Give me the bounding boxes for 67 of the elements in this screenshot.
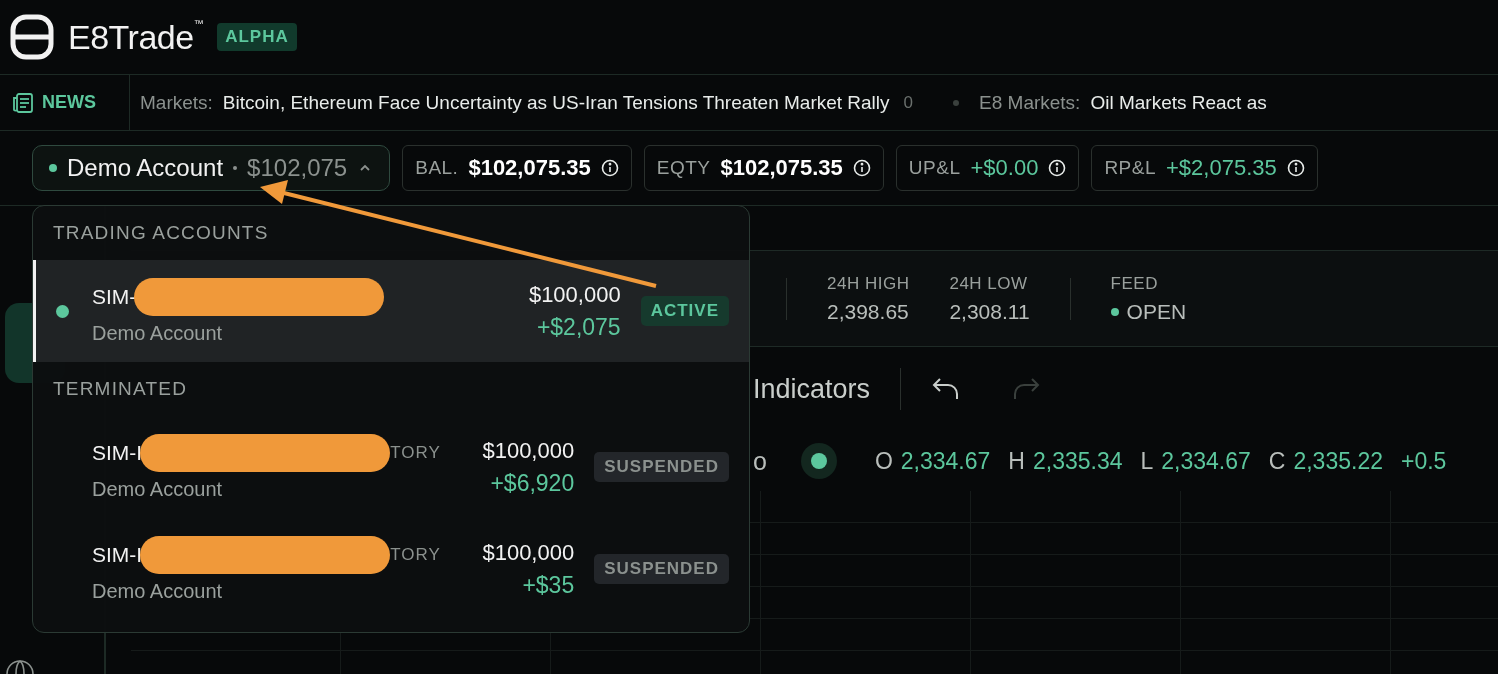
- news-count: 0: [903, 92, 914, 113]
- metric-value: $102,075.35: [468, 155, 591, 181]
- account-pnl: +$2,075: [536, 313, 621, 341]
- stat-label: 24H LOW: [949, 273, 1029, 294]
- ohlc-value: 2,334.67: [1161, 447, 1251, 475]
- metric-value: +$0.00: [970, 155, 1039, 181]
- logo-icon: [10, 14, 54, 60]
- status-badge: SUSPENDED: [594, 452, 729, 482]
- account-row[interactable]: SIM- Demo Account $100,000 +$2,075 ACTIVE: [33, 260, 749, 362]
- ohlc-value: 2,334.67: [900, 447, 991, 475]
- account-balance: $100,000: [482, 539, 575, 566]
- account-type: Demo Account: [92, 579, 224, 603]
- news-label: NEWS: [42, 92, 96, 113]
- news-source: E8 Markets:: [979, 91, 1081, 114]
- newspaper-icon: [12, 91, 34, 114]
- account-row[interactable]: SIM-I TORY Demo Account $100,000 +$6,920 SUSPENDED: [33, 416, 749, 518]
- account-selector[interactable]: Demo Account $102,075: [32, 145, 391, 191]
- ohlc-change: +0.5: [1400, 447, 1447, 475]
- metric-label: BAL.: [415, 157, 459, 179]
- metric-label: EQTY: [656, 157, 711, 179]
- account-type: Demo Account: [92, 321, 224, 345]
- ohlc-label: H: [1008, 447, 1025, 475]
- section-title: TRADING ACCOUNTS: [52, 221, 270, 245]
- indicators-button[interactable]: Indicators: [753, 373, 871, 405]
- news-headline[interactable]: Bitcoin, Ethereum Face Uncertainty as US-Iran Tensions Threaten Market Rally: [222, 91, 890, 114]
- separator-dot: [233, 166, 238, 170]
- account-name-suffix: TORY: [390, 544, 441, 565]
- info-icon[interactable]: [600, 159, 619, 177]
- metric-label: RP&L: [1104, 157, 1156, 179]
- metric-value: +$2,075.35: [1166, 155, 1277, 181]
- globe-icon[interactable]: [5, 660, 35, 674]
- account-balance: $100,000: [528, 281, 621, 308]
- stat-value: 2,398.65: [827, 299, 910, 324]
- account-name: SIM-I: [92, 440, 143, 465]
- brand-name: E8Trade$^{™}$: [68, 17, 204, 57]
- info-icon[interactable]: [1048, 159, 1067, 177]
- ohlc-label: C: [1268, 447, 1286, 475]
- account-type: Demo Account: [92, 477, 224, 501]
- metric-label: UP&L: [908, 157, 961, 179]
- stat-value: 2,308.11: [949, 299, 1030, 324]
- active-dot: [56, 304, 69, 318]
- ohlc-label: L: [1140, 447, 1154, 475]
- stat-label: FEED: [1110, 273, 1159, 294]
- account-name-suffix: TORY: [390, 442, 441, 463]
- news-headline[interactable]: Oil Markets React as: [1090, 91, 1267, 114]
- account-pnl: +$6,920: [490, 469, 575, 497]
- status-badge: ACTIVE: [640, 296, 729, 326]
- status-dot: [49, 164, 57, 172]
- account-pnl: +$35: [522, 571, 575, 599]
- section-title: TERMINATED: [52, 377, 189, 401]
- info-icon[interactable]: [852, 159, 871, 177]
- feed-status: OPEN: [1110, 299, 1187, 324]
- release-badge: ALPHA: [217, 23, 297, 51]
- info-icon[interactable]: [1286, 159, 1305, 177]
- account-row[interactable]: SIM-I TORY Demo Account $100,000 +$35 SUSPENDED: [33, 518, 749, 620]
- news-source: Markets:: [140, 91, 213, 114]
- symbol-name: o: [753, 446, 767, 476]
- status-badge: SUSPENDED: [594, 554, 729, 584]
- ohlc-value: 2,335.22: [1293, 447, 1383, 475]
- account-name: SIM-: [92, 284, 137, 309]
- stat-label: 24H HIGH: [827, 273, 910, 294]
- separator-dot: [953, 99, 960, 106]
- metric-value: $102,075.35: [720, 155, 843, 181]
- ohlc-label: O: [874, 447, 893, 475]
- account-name: SIM-I: [92, 542, 143, 567]
- account-balance: $100,000: [482, 437, 575, 464]
- ohlc-value: 2,335.34: [1032, 447, 1123, 475]
